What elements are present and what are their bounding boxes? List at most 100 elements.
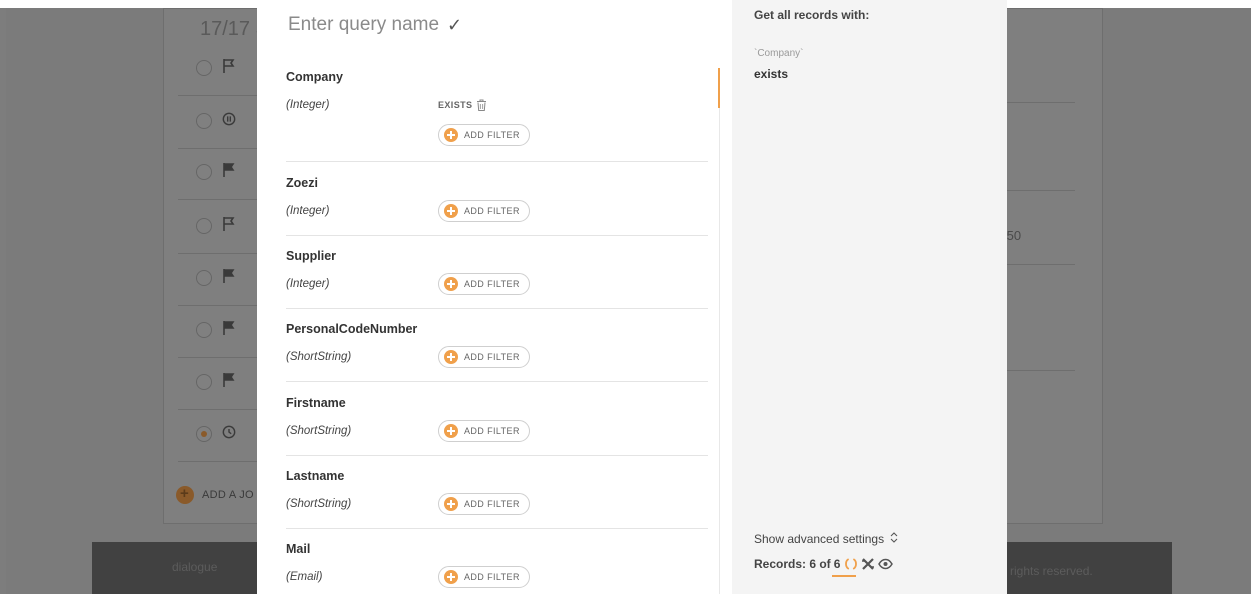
records-prefix: Records: 6 of <box>754 557 831 571</box>
background-row <box>178 202 258 254</box>
add-filter-button[interactable]: ADD FILTER <box>438 493 530 515</box>
field-personalcodenumber: PersonalCodeNumber (ShortString) ADD FIL… <box>286 322 708 368</box>
records-total: 6 <box>833 557 841 571</box>
radio-icon <box>196 270 212 286</box>
plus-icon <box>444 497 458 511</box>
scrollbar-thumb[interactable] <box>718 68 720 108</box>
filter-label: EXISTS <box>438 100 473 110</box>
pause-icon <box>222 111 238 129</box>
check-icon[interactable]: ✓ <box>447 15 462 36</box>
excel-export-icon[interactable] <box>861 557 875 571</box>
radio-icon <box>196 164 212 180</box>
refresh-icon[interactable] <box>844 557 858 571</box>
add-filter-button[interactable]: ADD FILTER <box>438 420 530 442</box>
flag-icon <box>222 162 238 180</box>
summary-field: `Company` <box>754 48 804 59</box>
plus-icon <box>176 485 194 504</box>
add-filter-button[interactable]: ADD FILTER <box>438 200 530 222</box>
add-filter-label: ADD FILTER <box>464 279 520 289</box>
radio-selected-icon <box>196 426 212 442</box>
query-name-field[interactable]: Enter query name ✓ <box>288 14 462 36</box>
background-row <box>178 44 258 96</box>
query-summary-panel: Get all records with: `Company` exists S… <box>732 0 1007 594</box>
flag-icon <box>222 268 238 286</box>
add-filter-button[interactable]: ADD FILTER <box>438 346 530 368</box>
add-filter-label: ADD FILTER <box>464 572 520 582</box>
summary-condition: exists <box>754 67 789 81</box>
filter-tag-exists: EXISTS <box>438 99 487 111</box>
summary-heading: Get all records with: <box>754 8 870 22</box>
field-divider <box>286 235 708 236</box>
field-divider <box>286 528 708 529</box>
field-name: Zoezi <box>286 176 318 190</box>
trash-icon[interactable] <box>476 99 487 111</box>
radio-icon <box>196 374 212 390</box>
field-type: (Integer) <box>286 278 330 290</box>
field-name: Company <box>286 70 343 84</box>
field-name: Mail <box>286 542 311 556</box>
add-filter-button[interactable]: ADD FILTER <box>438 124 530 146</box>
field-name: Lastname <box>286 469 345 483</box>
records-count: Records: 6 of 6 <box>754 557 894 571</box>
field-type: (Email) <box>286 571 323 583</box>
field-name: Supplier <box>286 249 337 263</box>
flag-icon <box>222 58 238 76</box>
field-mail: Mail (Email) ADD FILTER <box>286 542 708 588</box>
radio-icon <box>196 60 212 76</box>
field-type: (Integer) <box>286 205 330 217</box>
plus-icon <box>444 277 458 291</box>
background-row <box>178 97 258 149</box>
field-divider <box>286 161 708 162</box>
field-divider <box>286 455 708 456</box>
add-filter-label: ADD FILTER <box>464 499 520 509</box>
flag-icon <box>222 216 238 234</box>
eye-icon[interactable] <box>878 558 894 570</box>
plus-icon <box>444 350 458 364</box>
background-row <box>178 306 258 358</box>
plus-icon <box>444 128 458 142</box>
field-lastname: Lastname (ShortString) ADD FILTER <box>286 469 708 515</box>
sort-arrows-icon <box>890 532 898 546</box>
add-filter-label: ADD FILTER <box>464 130 520 140</box>
background-divider <box>1000 102 1075 103</box>
background-divider <box>1000 190 1075 191</box>
add-filter-button[interactable]: ADD FILTER <box>438 566 530 588</box>
plus-icon <box>444 204 458 218</box>
flag-icon <box>222 320 238 338</box>
scrollbar-track[interactable] <box>719 68 720 594</box>
background-divider <box>1000 370 1075 371</box>
field-supplier: Supplier (Integer) ADD FILTER <box>286 249 708 295</box>
radio-icon <box>196 322 212 338</box>
clock-icon <box>222 424 238 442</box>
field-type: (ShortString) <box>286 498 352 510</box>
advanced-settings-toggle[interactable]: Show advanced settings <box>754 532 898 546</box>
radio-icon <box>196 113 212 129</box>
field-divider <box>286 308 708 309</box>
field-zoezi: Zoezi (Integer) ADD FILTER <box>286 176 708 222</box>
plus-icon <box>444 424 458 438</box>
field-type: (ShortString) <box>286 425 352 437</box>
background-row <box>178 254 258 306</box>
plus-icon <box>444 570 458 584</box>
footer-rights: rights reserved. <box>1010 564 1093 578</box>
field-firstname: Firstname (ShortString) ADD FILTER <box>286 396 708 442</box>
add-filter-label: ADD FILTER <box>464 206 520 216</box>
refresh-underline <box>832 575 856 577</box>
field-type: (Integer) <box>286 99 330 111</box>
radio-icon <box>196 218 212 234</box>
add-job-label: ADD A JO <box>202 489 254 501</box>
add-filter-button[interactable]: ADD FILTER <box>438 273 530 295</box>
advanced-settings-label[interactable]: Show advanced settings <box>754 532 884 546</box>
add-filter-label: ADD FILTER <box>464 426 520 436</box>
field-divider <box>286 381 708 382</box>
background-divider <box>1000 264 1075 265</box>
background-row <box>178 148 258 200</box>
background-row <box>178 410 258 462</box>
query-builder-panel: Enter query name ✓ Company (Integer) EXI… <box>257 0 732 594</box>
query-name-input[interactable]: Enter query name <box>288 14 439 36</box>
footer-brand: dialogue <box>172 560 218 574</box>
add-filter-label: ADD FILTER <box>464 352 520 362</box>
add-job-button: ADD A JO <box>176 484 254 506</box>
field-name: Firstname <box>286 396 346 410</box>
background-row <box>178 358 258 410</box>
